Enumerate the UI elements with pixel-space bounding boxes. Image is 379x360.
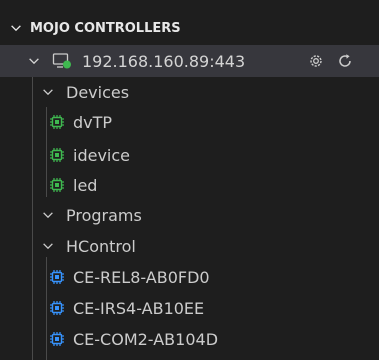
controllers-panel: MOJO CONTROLLERS 192.168.160.89:443 Devi… — [0, 0, 379, 360]
tree-item-hcontrol[interactable]: CE-COM2-AB104D — [0, 324, 379, 354]
tree-item-label: CE-IRS4-AB10EE — [73, 298, 205, 318]
chip-icon — [48, 330, 66, 348]
section-header[interactable]: MOJO CONTROLLERS — [0, 14, 379, 42]
tree-item-label: led — [73, 175, 98, 195]
folder-label: Devices — [66, 82, 130, 102]
settings-icon[interactable] — [307, 52, 325, 70]
tree-item-label: dvTP — [73, 112, 113, 132]
chip-icon — [48, 113, 66, 131]
host-actions — [307, 45, 353, 77]
chip-icon — [48, 299, 66, 317]
host-address: 192.168.160.89:443 — [82, 51, 246, 71]
monitor-icon — [52, 52, 72, 70]
tree-item-label: idevice — [73, 145, 130, 165]
chevron-down-icon — [40, 207, 56, 223]
chevron-down-icon — [26, 53, 42, 69]
controller-host-row[interactable]: 192.168.160.89:443 — [0, 45, 379, 77]
folder-label: HControl — [66, 236, 136, 256]
tree-item-device[interactable]: led — [0, 170, 379, 200]
chevron-down-icon — [8, 20, 24, 36]
chevron-down-icon — [40, 238, 56, 254]
tree-item-hcontrol[interactable]: CE-REL8-AB0FD0 — [0, 262, 379, 292]
tree-folder-programs[interactable]: Programs — [0, 200, 379, 230]
chip-icon — [48, 268, 66, 286]
chip-icon — [48, 176, 66, 194]
section-title: MOJO CONTROLLERS — [30, 20, 181, 36]
chevron-down-icon — [40, 84, 56, 100]
folder-label: Programs — [66, 205, 142, 225]
tree-item-label: CE-REL8-AB0FD0 — [73, 267, 210, 287]
tree-folder-hcontrol[interactable]: HControl — [0, 231, 379, 261]
tree-item-label: CE-COM2-AB104D — [73, 329, 219, 349]
tree-item-hcontrol[interactable]: CE-IRS4-AB10EE — [0, 293, 379, 323]
chip-icon — [48, 146, 66, 164]
tree-item-device[interactable]: dvTP — [0, 107, 379, 137]
refresh-icon[interactable] — [337, 53, 353, 69]
status-dot — [63, 60, 71, 69]
tree-item-device[interactable]: idevice — [0, 140, 379, 170]
tree-folder-devices[interactable]: Devices — [0, 77, 379, 107]
